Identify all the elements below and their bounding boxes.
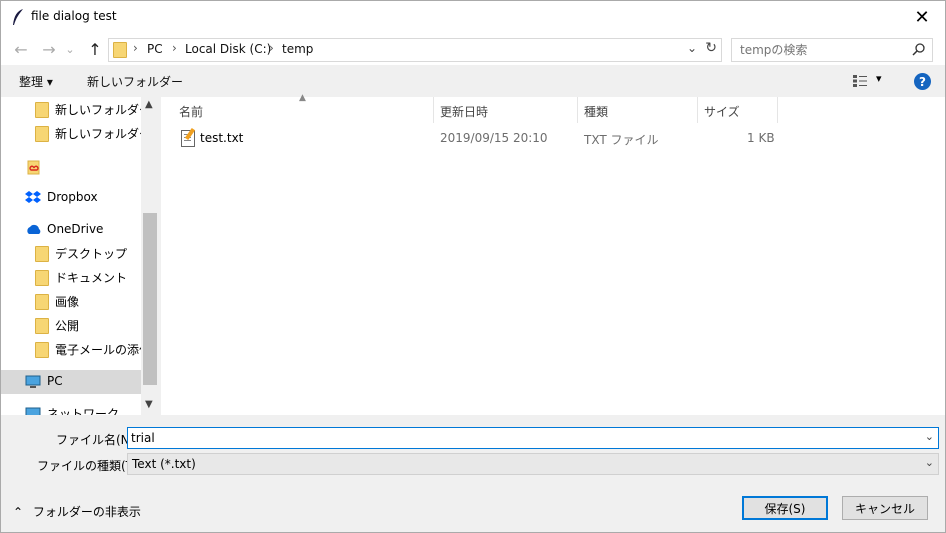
- filetype-select[interactable]: Text (*.txt) ⌄: [127, 453, 939, 475]
- filetype-value: Text (*.txt): [132, 457, 196, 471]
- breadcrumb-separator: ›: [133, 41, 138, 55]
- title-bar: file dialog test ✕: [1, 1, 945, 33]
- file-row[interactable]: test.txt 2019/09/15 20:10 TXT ファイル 1 KB: [175, 127, 775, 149]
- address-bar[interactable]: › PC › Local Disk (C:) › temp ⌄ ↻: [108, 38, 722, 62]
- sidebar-item-new-folder-8[interactable]: 新しいフォルダー (8: [1, 121, 159, 145]
- close-button[interactable]: ✕: [899, 1, 945, 33]
- chevron-up-icon: ⌃: [13, 505, 24, 519]
- breadcrumb-temp[interactable]: temp: [282, 42, 313, 56]
- column-header-name[interactable]: 名前: [179, 103, 203, 120]
- refresh-icon[interactable]: ↻: [705, 40, 717, 56]
- folder-icon: [35, 318, 49, 334]
- navigation-pane: 新しいフォルダー (7 新しいフォルダー (8 Dropbox OneDrive: [1, 97, 159, 415]
- sidebar-item-creative-cloud[interactable]: [1, 155, 141, 179]
- view-options-icon[interactable]: [853, 75, 867, 87]
- hide-folders-toggle[interactable]: ⌃ フォルダーの非表示: [13, 503, 141, 520]
- filename-field[interactable]: ⌄: [127, 427, 939, 449]
- column-header-size[interactable]: サイズ: [704, 103, 740, 120]
- folder-icon: [113, 42, 127, 58]
- column-divider[interactable]: [777, 97, 778, 123]
- onedrive-icon: [27, 224, 41, 234]
- sidebar-item-public[interactable]: 公開: [1, 313, 141, 337]
- sidebar-item-label: 画像: [55, 295, 80, 309]
- navigation-bar: ← → ⌄ ↑ › PC › Local Disk (C:) › temp ⌄ …: [1, 33, 945, 65]
- sidebar-item-label: ドキュメント: [55, 271, 128, 285]
- file-name: test.txt: [200, 131, 244, 145]
- sidebar-item-label: デスクトップ: [55, 247, 128, 261]
- organize-menu[interactable]: 整理 ▾: [19, 73, 53, 90]
- cancel-button[interactable]: キャンセル: [842, 496, 928, 520]
- up-button[interactable]: ↑: [85, 39, 105, 59]
- window-title: file dialog test: [31, 9, 117, 23]
- chevron-down-icon: ⌄: [65, 42, 75, 56]
- folder-icon: [35, 270, 49, 286]
- creative-cloud-icon: [27, 160, 40, 175]
- recent-locations-button[interactable]: ⌄: [63, 39, 77, 59]
- sidebar-item-onedrive[interactable]: OneDrive: [1, 218, 141, 242]
- sidebar-item-label: OneDrive: [47, 222, 104, 236]
- column-divider[interactable]: [577, 97, 578, 123]
- sidebar-item-label: 電子メールの添付: [55, 343, 152, 357]
- folder-icon: [35, 246, 49, 262]
- column-header-type[interactable]: 種類: [584, 103, 608, 120]
- file-type: TXT ファイル: [584, 133, 659, 147]
- search-box[interactable]: [731, 38, 933, 62]
- sidebar-item-label: PC: [47, 374, 63, 388]
- folder-icon: [35, 102, 49, 118]
- column-divider[interactable]: [433, 97, 434, 123]
- scroll-down-icon[interactable]: ▼: [145, 399, 153, 410]
- filename-input[interactable]: [131, 430, 911, 445]
- chevron-down-icon[interactable]: ⌄: [925, 430, 934, 443]
- view-dropdown-icon[interactable]: ▾: [876, 72, 882, 85]
- feather-icon: [13, 9, 23, 25]
- folder-icon: [35, 126, 49, 142]
- navigation-pane-scrollbar[interactable]: ▲ ▼: [141, 97, 159, 415]
- up-arrow-icon: ↑: [88, 39, 102, 59]
- dropbox-icon: [25, 191, 41, 203]
- folder-icon: [35, 294, 49, 310]
- scroll-thumb[interactable]: [143, 213, 157, 385]
- address-dropdown-icon[interactable]: ⌄: [687, 41, 697, 55]
- forward-arrow-icon: →: [42, 39, 56, 59]
- command-bar: 整理 ▾ 新しいフォルダー ▾ ?: [1, 65, 945, 97]
- sidebar-item-desktop[interactable]: デスクトップ: [1, 241, 141, 265]
- file-list: ▲ 名前 更新日時 種類 サイズ test.txt 2019/09/15 20:…: [161, 93, 945, 415]
- breadcrumb-local-disk[interactable]: Local Disk (C:): [185, 42, 271, 56]
- sort-ascending-icon: ▲: [299, 93, 306, 103]
- file-size: 1 KB: [747, 131, 775, 145]
- sidebar-item-email-attachments[interactable]: 電子メールの添付: [1, 337, 151, 361]
- file-dialog: file dialog test ✕ ← → ⌄ ↑ › PC › Local …: [0, 0, 946, 533]
- search-input[interactable]: [738, 41, 902, 59]
- forward-button[interactable]: →: [39, 39, 59, 59]
- sidebar-item-label: Dropbox: [47, 190, 98, 204]
- search-icon: [912, 43, 925, 56]
- back-button[interactable]: ←: [11, 39, 31, 59]
- back-arrow-icon: ←: [14, 39, 28, 59]
- pc-icon: [25, 375, 41, 388]
- close-icon: ✕: [914, 6, 930, 28]
- hide-folders-label: フォルダーの非表示: [32, 505, 141, 519]
- new-folder-button[interactable]: 新しいフォルダー: [87, 73, 183, 90]
- scroll-up-icon[interactable]: ▲: [145, 99, 153, 110]
- help-icon[interactable]: ?: [914, 73, 931, 90]
- network-icon: [25, 407, 41, 415]
- breadcrumb-separator: ›: [269, 41, 274, 55]
- file-modified: 2019/09/15 20:10: [440, 131, 548, 145]
- save-button[interactable]: 保存(S): [742, 496, 828, 520]
- sidebar-item-network[interactable]: ネットワーク: [1, 401, 141, 415]
- sidebar-item-documents[interactable]: ドキュメント: [1, 265, 141, 289]
- breadcrumb-pc[interactable]: PC: [147, 42, 163, 56]
- sidebar-item-label: 公開: [55, 319, 80, 333]
- sidebar-item-dropbox[interactable]: Dropbox: [1, 186, 141, 210]
- sidebar-item-new-folder-7[interactable]: 新しいフォルダー (7: [1, 97, 159, 121]
- dialog-footer: ファイル名(N): ⌄ ファイルの種類(T): Text (*.txt) ⌄ ⌃…: [1, 415, 945, 532]
- sidebar-item-pictures[interactable]: 画像: [1, 289, 141, 313]
- sidebar-item-pc[interactable]: PC: [1, 370, 141, 394]
- folder-icon: [35, 342, 49, 358]
- sidebar-item-label: ネットワーク: [47, 407, 120, 415]
- column-header-modified[interactable]: 更新日時: [440, 103, 488, 120]
- chevron-down-icon: ⌄: [924, 456, 934, 469]
- column-divider[interactable]: [697, 97, 698, 123]
- breadcrumb-separator: ›: [172, 41, 177, 55]
